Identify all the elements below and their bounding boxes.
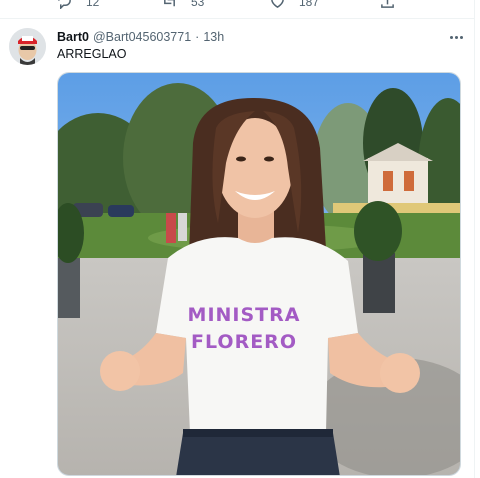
timeline-border	[474, 0, 475, 478]
header-separator: ·	[195, 30, 200, 44]
share-icon	[381, 0, 394, 8]
avatar-image	[9, 28, 46, 65]
retweet-icon	[164, 0, 175, 7]
like-action[interactable]: 187	[270, 0, 319, 9]
like-count: 187	[299, 0, 320, 9]
shirt-text-line-2: FLORERO	[191, 331, 297, 353]
share-action[interactable]	[380, 0, 395, 9]
photo-illustration	[58, 73, 460, 475]
avatar[interactable]	[9, 28, 46, 65]
tweet-timestamp[interactable]: 13h	[203, 30, 224, 44]
tweet-header: Bart0 @Bart045603771 · 13h	[57, 30, 224, 44]
user-handle[interactable]: @Bart045603771	[93, 30, 191, 44]
heart-icon	[271, 0, 284, 8]
shirt-text-line-1: MINISTRA	[187, 304, 301, 326]
tweet-text: ARREGLAO	[57, 47, 127, 61]
reply-icon	[58, 0, 71, 9]
previous-tweet-actions: 12 53 187	[0, 0, 480, 14]
reply-count: 12	[86, 0, 100, 9]
retweet-count: 53	[191, 0, 205, 9]
retweet-action[interactable]: 53	[162, 0, 204, 9]
tweet-media-image[interactable]: MINISTRA FLORERO	[57, 72, 461, 476]
display-name[interactable]: Bart0	[57, 30, 89, 44]
more-options-icon[interactable]	[447, 30, 465, 44]
reply-action[interactable]: 12	[57, 0, 99, 9]
tweet-divider	[0, 18, 474, 19]
